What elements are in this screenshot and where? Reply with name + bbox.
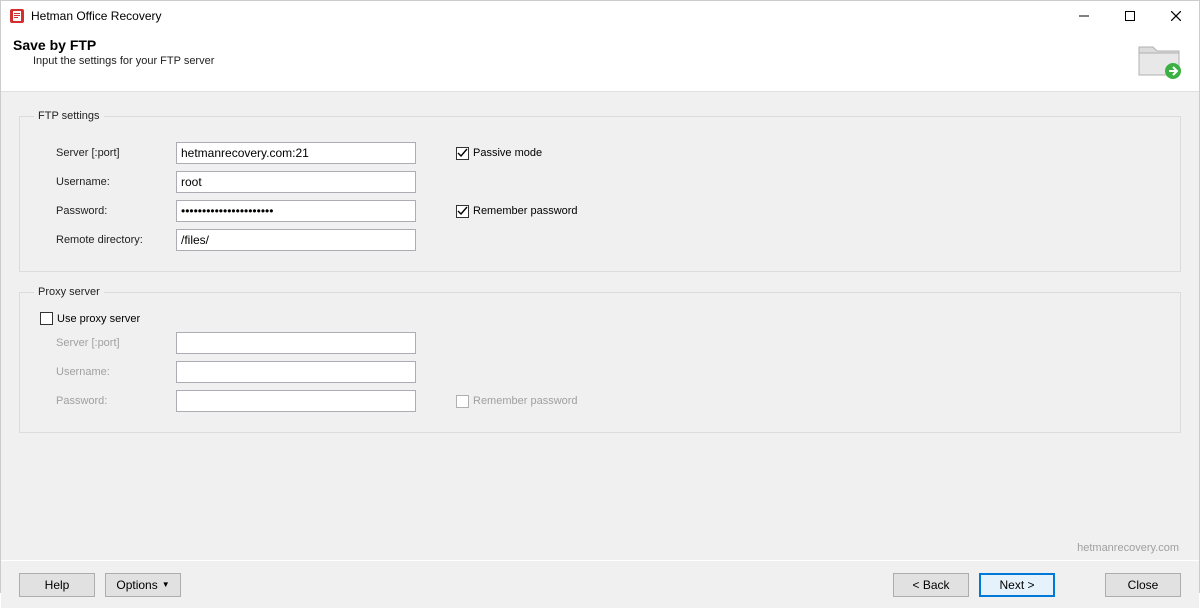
window-controls [1061, 1, 1199, 31]
ftp-folder-icon [1135, 37, 1183, 81]
remember-password-checkbox[interactable]: Remember password [456, 205, 578, 218]
use-proxy-label: Use proxy server [57, 313, 140, 325]
remember-password-label: Remember password [473, 205, 578, 217]
proxy-server-legend: Proxy server [34, 286, 104, 298]
ftp-password-row: Password: Remember password [56, 199, 1162, 223]
proxy-server-group: Proxy server Use proxy server Server [:p… [19, 286, 1181, 433]
proxy-password-input [176, 390, 416, 412]
ftp-server-row: Server [:port] Passive mode [56, 141, 1162, 165]
checkbox-icon [456, 395, 469, 408]
proxy-username-input [176, 361, 416, 383]
wizard-body: FTP settings Server [:port] Passive mode… [1, 92, 1199, 560]
passive-mode-checkbox[interactable]: Passive mode [456, 147, 542, 160]
proxy-username-label: Username: [56, 366, 176, 378]
ftp-server-input[interactable] [176, 142, 416, 164]
ftp-password-input[interactable] [176, 200, 416, 222]
ftp-username-row: Username: [56, 170, 1162, 194]
proxy-server-label: Server [:port] [56, 337, 176, 349]
ftp-username-label: Username: [56, 176, 176, 188]
proxy-remember-password-label: Remember password [473, 395, 578, 407]
checkbox-icon [456, 147, 469, 160]
use-proxy-checkbox[interactable]: Use proxy server [40, 312, 1162, 325]
checkbox-icon [456, 205, 469, 218]
app-icon [9, 8, 25, 24]
minimize-button[interactable] [1061, 1, 1107, 31]
page-subtitle: Input the settings for your FTP server [33, 55, 1135, 67]
ftp-remote-dir-row: Remote directory: [56, 228, 1162, 252]
proxy-password-row: Password: Remember password [56, 389, 1162, 413]
ftp-password-label: Password: [56, 205, 176, 217]
ftp-remote-dir-input[interactable] [176, 229, 416, 251]
ftp-remote-dir-label: Remote directory: [56, 234, 176, 246]
chevron-down-icon: ▼ [162, 580, 170, 589]
proxy-password-label: Password: [56, 395, 176, 407]
maximize-button[interactable] [1107, 1, 1153, 31]
title-bar: Hetman Office Recovery [1, 1, 1199, 31]
proxy-server-row: Server [:port] [56, 331, 1162, 355]
checkbox-icon [40, 312, 53, 325]
ftp-settings-group: FTP settings Server [:port] Passive mode… [19, 110, 1181, 272]
proxy-remember-password-checkbox: Remember password [456, 395, 578, 408]
page-title: Save by FTP [13, 37, 1135, 53]
ftp-settings-legend: FTP settings [34, 110, 104, 122]
window-title: Hetman Office Recovery [31, 9, 162, 23]
button-bar: Help Options▼ < Back Next > Close [1, 560, 1199, 608]
passive-mode-label: Passive mode [473, 147, 542, 159]
ftp-server-label: Server [:port] [56, 147, 176, 159]
proxy-username-row: Username: [56, 360, 1162, 384]
proxy-server-input [176, 332, 416, 354]
ftp-username-input[interactable] [176, 171, 416, 193]
brand-link[interactable]: hetmanrecovery.com [1077, 542, 1179, 554]
wizard-header: Save by FTP Input the settings for your … [1, 31, 1199, 92]
close-button[interactable] [1153, 1, 1199, 31]
